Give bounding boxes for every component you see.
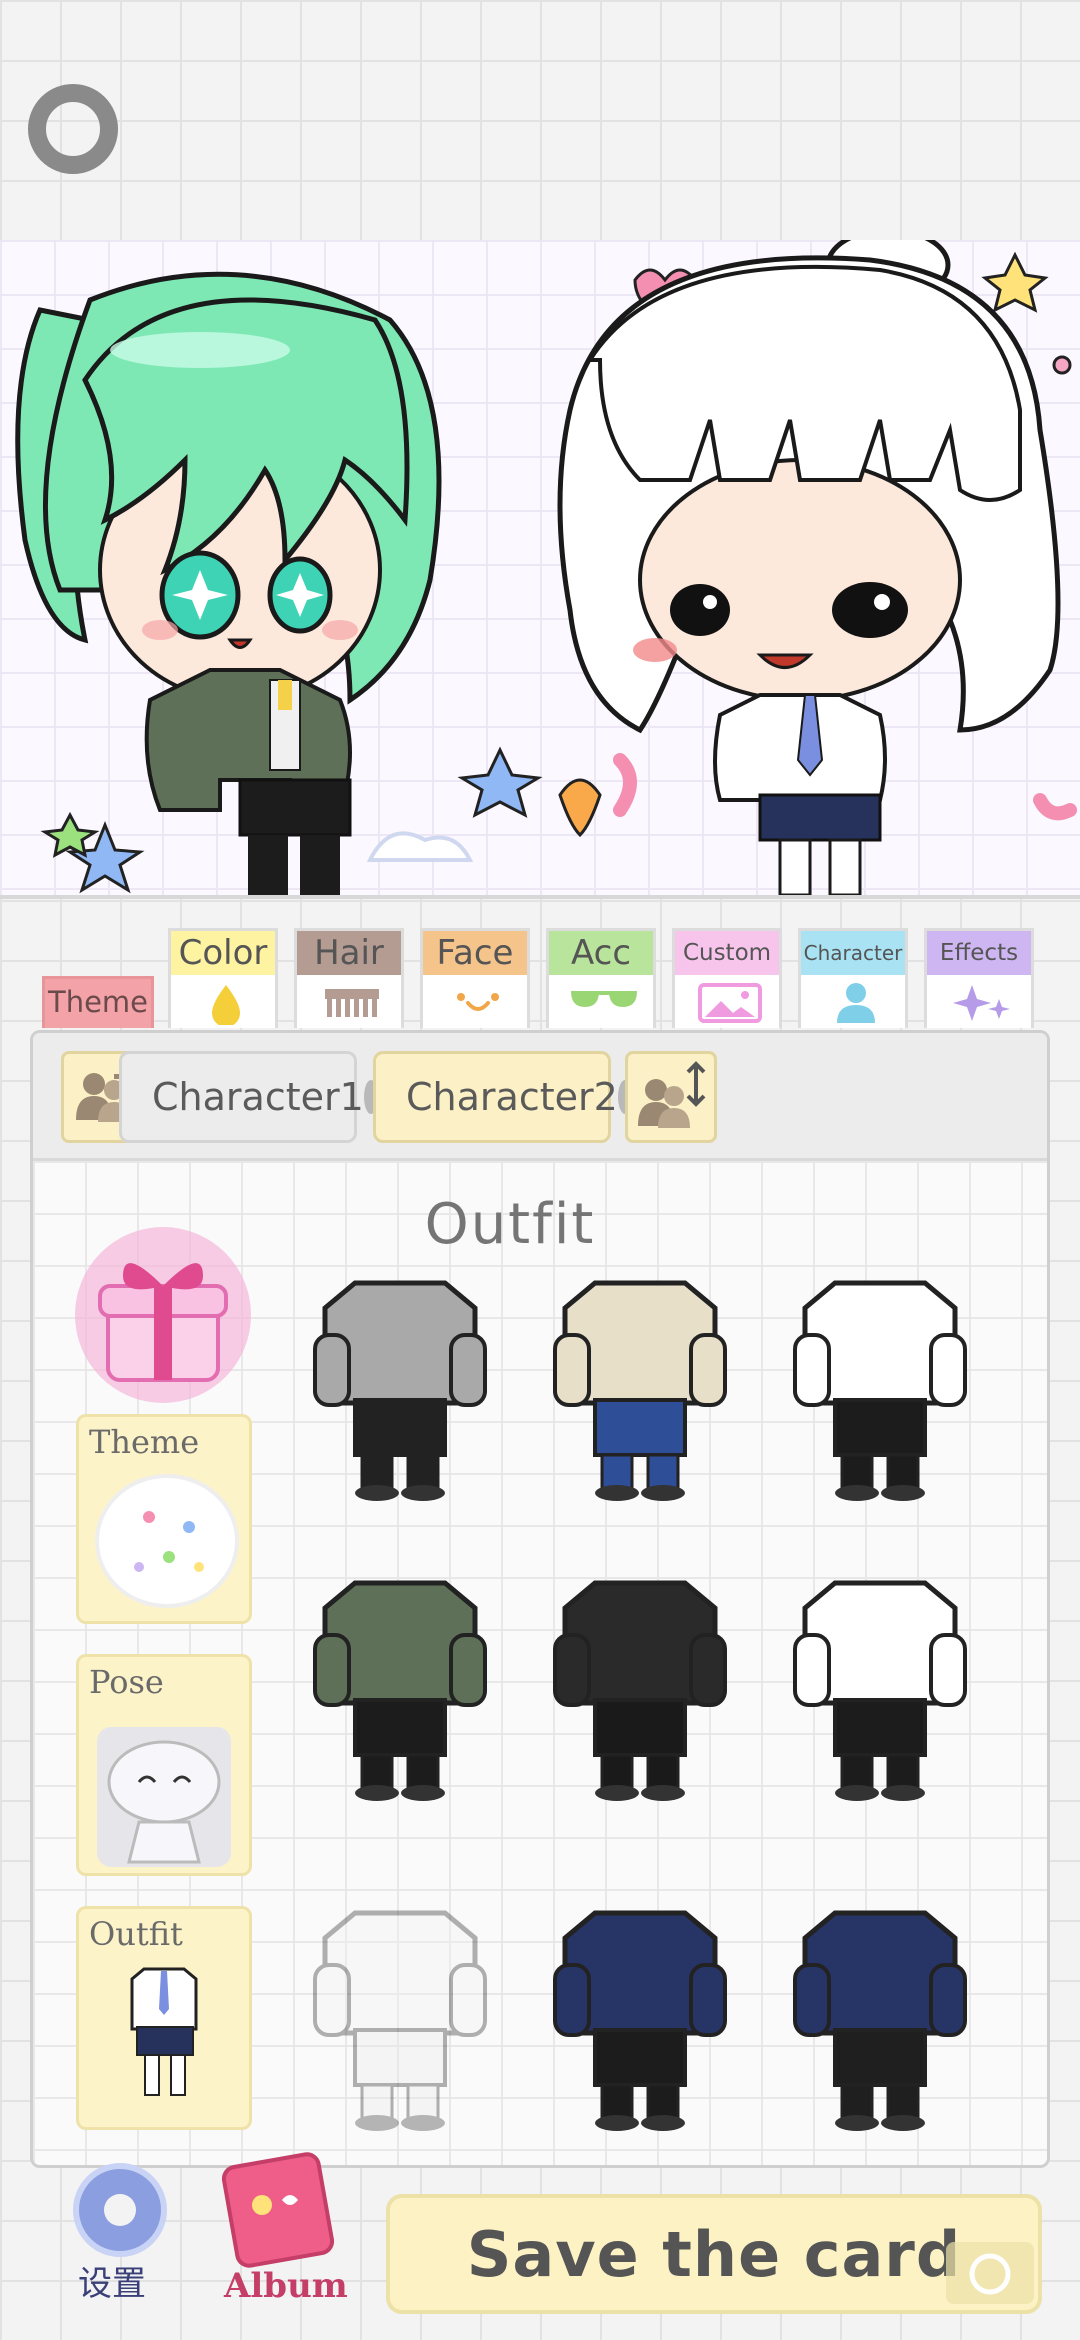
outfit-thumbnail [313,1280,487,1501]
album-icon [221,2152,335,2268]
outfit-item-gray-sweater-skirt[interactable] [300,1275,500,1505]
outfit-thumbnail [793,1580,967,1801]
tab-label: Color [171,931,275,975]
character2-label: Character2 [406,1075,618,1119]
swap-people-icon [638,1061,706,1128]
tab-label: Custom [675,931,779,975]
outfit-item-navy-blazer-plaid-skirt[interactable] [780,1905,980,2135]
camera-icon [946,2242,1034,2304]
outfit-thumbnail [793,1280,967,1501]
outfit-item-beige-coat-jeans[interactable] [540,1275,740,1505]
theme-card-label: Theme [89,1423,200,1461]
save-label: Save the card [466,2217,962,2291]
outfit-thumbnail [553,1580,727,1801]
face-icon [457,993,499,1011]
pose-card[interactable]: Pose [76,1654,252,1876]
outfit-thumbnail [793,1910,967,2131]
outfit-item-black-coat-tie[interactable] [540,1575,740,1805]
sparkle-icon [953,985,1010,1021]
tab-custom[interactable]: Custom [672,928,782,1028]
outfit-item-green-jacket-skirt[interactable] [300,1575,500,1805]
comb-icon [325,989,379,1017]
pose-card-label: Pose [89,1663,164,1701]
person-icon [837,983,875,1023]
outfit-item-white-shirt-blue-tie[interactable] [780,1575,980,1805]
outfit-thumbnail [553,1280,727,1501]
characters-illustration [15,240,1077,895]
settings-button[interactable]: 设置 [50,2160,190,2304]
character1-label: Character1 [152,1075,364,1119]
settings-label: 设置 [78,2264,146,2304]
tab-effects[interactable]: Effects [924,928,1034,1028]
character-selector-bar: Character1 Character2 [33,1033,1047,1161]
tab-label: Face [423,931,527,975]
tab-label: Acc [549,931,653,975]
outfit-item-white-shirt-black-tie[interactable] [780,1275,980,1505]
theme-card[interactable]: Theme [76,1414,252,1624]
image-icon [698,983,762,1023]
outfit-item-faded-white-shirt[interactable] [300,1905,500,2135]
tab-color[interactable]: Color [168,928,278,1028]
glasses-icon [571,991,637,1007]
character-preview [0,240,1080,899]
tab-label: Hair [297,931,401,975]
outfit-thumbnail [553,1910,727,2131]
drop-icon [212,985,240,1025]
outfit-thumbnail [313,1910,487,2131]
tab-label: Effects [927,931,1031,975]
album-label: Album [224,2266,348,2306]
gift-icon[interactable] [68,1220,258,1410]
outfit-thumbnail [313,1580,487,1801]
tab-acc[interactable]: Acc [546,928,656,1028]
tab-label: Theme [47,985,149,1019]
album-button[interactable]: Album [212,2150,348,2310]
tab-hair[interactable]: Hair [294,928,404,1028]
tab-label: Character [801,931,905,975]
gear-icon [73,2163,167,2257]
swap-characters-button[interactable] [625,1051,717,1143]
outfit-item-navy-blazer-pants[interactable] [540,1905,740,2135]
character1-button[interactable]: Character1 [119,1051,386,1143]
record-button[interactable] [28,84,118,174]
character1-figure [15,271,442,895]
character2-figure [557,240,1061,895]
outfit-card-label: Outfit [89,1915,183,1953]
tab-face[interactable]: Face [420,928,530,1028]
tab-theme[interactable]: Theme [42,976,154,1028]
character2-button[interactable]: Character2 [373,1051,640,1143]
outfit-card[interactable]: Outfit [76,1906,252,2130]
tab-character[interactable]: Character [798,928,908,1028]
